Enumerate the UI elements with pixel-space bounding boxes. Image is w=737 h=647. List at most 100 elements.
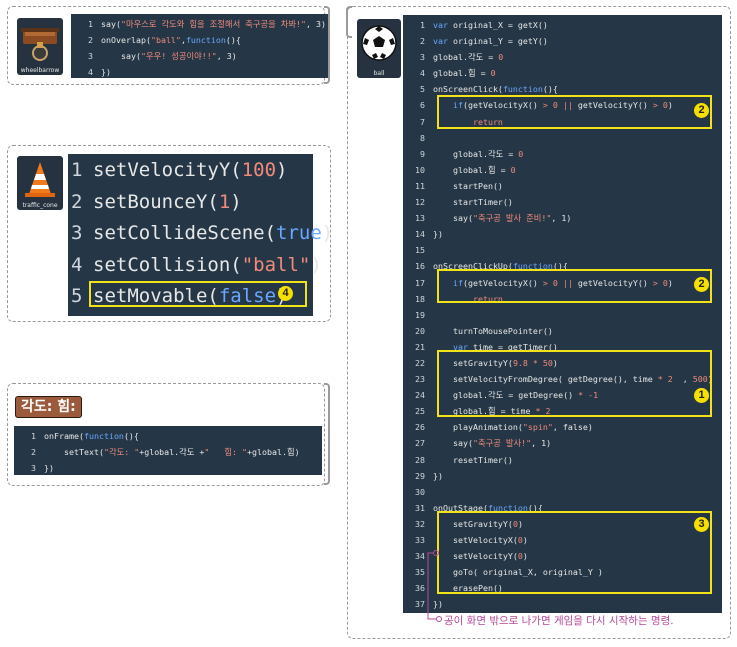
code-line[interactable]: 4 global.힘 = 0 xyxy=(403,65,722,81)
code-line[interactable]: 37}) xyxy=(403,596,722,612)
code-line[interactable]: 3 say("우우! 성공이야!!", 3) xyxy=(71,48,329,64)
line-number: 32 xyxy=(415,518,425,529)
sprite-name: traffic_cone xyxy=(22,202,58,209)
code-token: }) xyxy=(44,463,54,474)
code-token: 100 xyxy=(241,159,277,181)
code-token: say( xyxy=(101,19,121,29)
code-line[interactable]: 11 startPen() xyxy=(403,178,722,194)
code-token: , 3) xyxy=(216,51,237,62)
line-number: 10 xyxy=(415,164,425,175)
code-line[interactable]: 3 global.각도 = 0 xyxy=(403,49,722,65)
code-token: "우우! 성공이야!!" xyxy=(140,51,217,62)
code-token: original_Y = getY() xyxy=(452,36,548,47)
sprite-card-ball[interactable]: ball xyxy=(357,19,401,78)
code-token: say( xyxy=(433,213,473,224)
traffic-cone-icon xyxy=(17,158,63,198)
wheelbarrow-icon xyxy=(17,20,63,63)
line-number: 3 xyxy=(31,463,36,474)
code-token: (){ xyxy=(225,35,241,46)
code-token: var xyxy=(433,36,453,47)
line-number: 15 xyxy=(415,245,425,256)
code-token: (){ xyxy=(542,84,558,95)
code-line[interactable]: 1 var original_X = getX() xyxy=(403,17,722,33)
angle-power-label: 각도: 힘: xyxy=(15,396,82,418)
code-token: ) xyxy=(230,190,242,213)
line-number: 2 xyxy=(88,35,93,46)
code-token: , 1) xyxy=(531,438,552,449)
code-line[interactable]: 8 xyxy=(403,130,722,146)
code-line[interactable]: 28 resetTimer() xyxy=(403,452,722,468)
code-line[interactable]: 29}) xyxy=(403,468,722,484)
wheelbarrow-panel: wheelbarrow 1 say("마우스로 각도와 힘을 조절해서 축구공을 … xyxy=(7,6,329,85)
panel-bracket xyxy=(324,383,330,485)
code-token: original_X = getX() xyxy=(452,20,548,30)
code-token: setBounceY( xyxy=(93,190,219,213)
code-line[interactable]: 19 xyxy=(403,307,722,323)
code-token: setVelocityY( xyxy=(93,159,242,181)
line-number: 26 xyxy=(415,422,425,433)
highlight-box-4 xyxy=(89,281,307,307)
code-line[interactable]: 2 var original_Y = getY() xyxy=(403,33,722,49)
code-line[interactable]: 2 onOverlap("ball",function(){ xyxy=(71,32,329,48)
line-number: 1 xyxy=(31,431,36,441)
code-line[interactable]: 2 setText("각도: "+global.각도 +" 힘: "+globa… xyxy=(14,444,322,460)
code-token: var xyxy=(433,20,453,30)
code-line[interactable]: 14}) xyxy=(403,226,722,242)
code-line[interactable]: 4}) xyxy=(71,64,329,80)
code-editor[interactable]: 1 say("마우스로 각도와 힘을 조절해서 축구공을 차봐!", 3) 2 onO… xyxy=(71,14,329,78)
code-token: function xyxy=(185,35,226,46)
code-token: "ball" xyxy=(150,35,181,46)
line-number: 30 xyxy=(415,486,425,497)
line-number: 11 xyxy=(415,180,425,191)
code-line[interactable]: 10 global.힘 = 0 xyxy=(403,162,722,178)
code-line[interactable]: 3 setCollideScene(true) xyxy=(71,218,333,250)
highlight-box-2b xyxy=(437,269,712,303)
code-token: turnToMousePointer() xyxy=(433,325,553,336)
line-number: 14 xyxy=(415,229,425,240)
code-line[interactable]: 20 turnToMousePointer() xyxy=(403,323,722,339)
step-badge: 4 xyxy=(278,286,293,301)
code-line[interactable]: 4 setCollision("ball") xyxy=(71,250,322,282)
line-number: 3 xyxy=(88,51,93,62)
code-line[interactable]: 1 setVelocityY(100) xyxy=(71,155,313,187)
code-line[interactable]: 26 playAnimation("spin", false) xyxy=(403,419,722,435)
code-line[interactable]: 12 startTimer() xyxy=(403,194,722,210)
code-line[interactable]: 27 say("축구공 발사!", 1) xyxy=(403,435,722,451)
code-line[interactable]: 2 setBounceY(1) xyxy=(71,187,313,219)
line-number: 20 xyxy=(415,325,425,336)
code-token: onOverlap( xyxy=(101,35,151,46)
code-editor[interactable]: 1 onFrame(function(){2 setText("각도: "+glo… xyxy=(14,426,322,475)
code-token: say( xyxy=(101,51,141,62)
highlight-box-1 xyxy=(437,350,712,417)
line-number: 17 xyxy=(415,277,425,288)
line-number: 8 xyxy=(420,132,425,143)
code-line[interactable]: 1 onFrame(function(){ xyxy=(14,428,322,444)
code-token: onFrame( xyxy=(44,431,84,441)
line-number: 3 xyxy=(71,222,83,244)
line-number: 19 xyxy=(415,309,425,320)
line-number: 18 xyxy=(415,293,425,304)
code-line[interactable]: 3}) xyxy=(14,460,322,476)
code-token: global.각도 = xyxy=(433,52,499,63)
code-token: global.힘 = xyxy=(433,164,511,175)
sprite-card-wheelbarrow[interactable]: wheelbarrow xyxy=(17,18,63,75)
code-token: global.힘 = xyxy=(433,68,491,79)
code-line[interactable]: 9 global.각도 = 0 xyxy=(403,146,722,162)
sprite-card-traffic-cone[interactable]: traffic_cone xyxy=(17,156,63,210)
ball-panel: ball 1 var original_X = getX() 2 var origin… xyxy=(347,6,731,639)
code-line[interactable]: 13 say("축구공 발사 준비!", 1) xyxy=(403,210,722,226)
line-number: 22 xyxy=(415,357,425,368)
line-number: 28 xyxy=(415,454,425,465)
line-number: 7 xyxy=(420,116,425,127)
code-line[interactable]: 15 xyxy=(403,242,722,258)
panel-bracket xyxy=(324,6,330,84)
highlight-box-2a xyxy=(437,95,712,129)
line-number: 4 xyxy=(71,253,83,276)
code-line[interactable]: 1 say("마우스로 각도와 힘을 조절해서 축구공을 차봐!", 3) xyxy=(71,16,329,32)
code-line[interactable]: 30 xyxy=(403,484,722,500)
line-number: 29 xyxy=(415,470,425,481)
line-number: 24 xyxy=(415,390,425,401)
line-number: 3 xyxy=(420,52,425,63)
line-number: 12 xyxy=(415,197,425,208)
code-token: function xyxy=(83,431,124,441)
